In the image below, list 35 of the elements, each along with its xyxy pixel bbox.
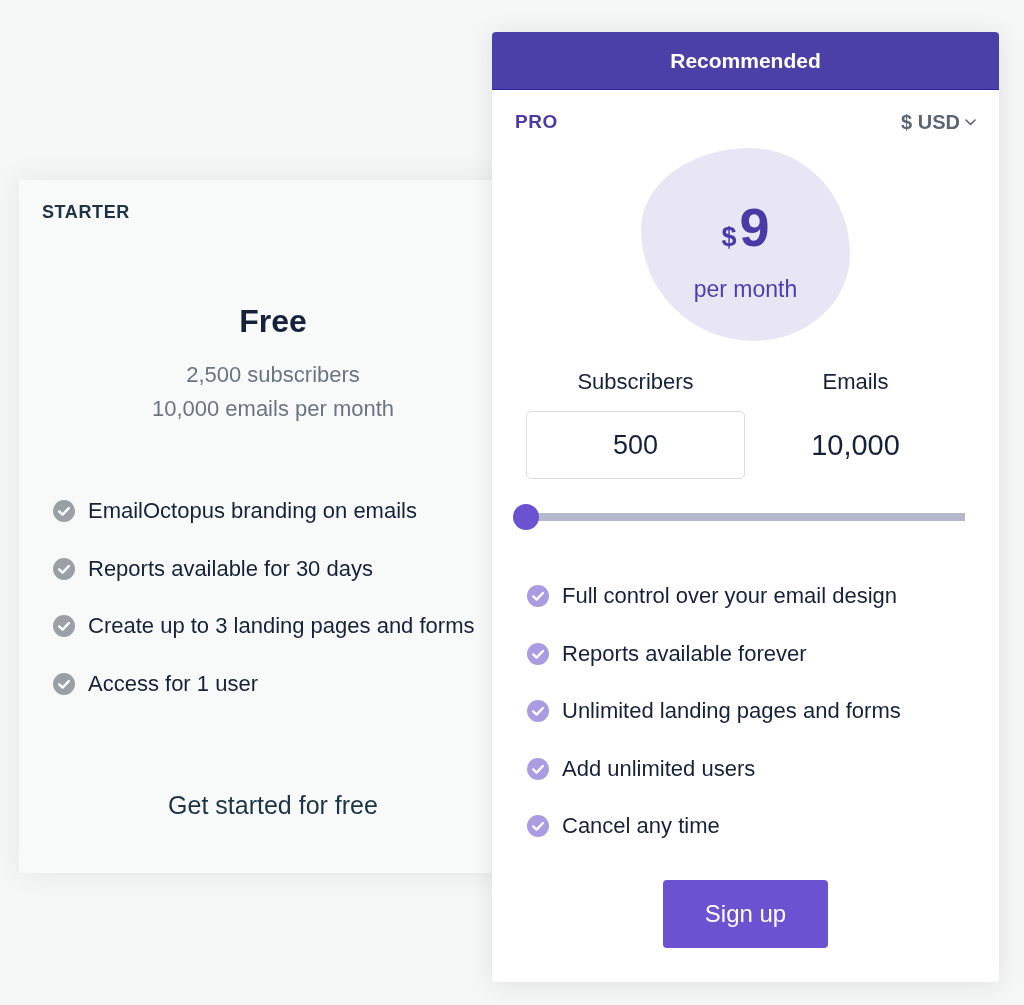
- check-circle-icon: [53, 615, 75, 637]
- price-period: per month: [693, 274, 798, 303]
- check-circle-icon: [527, 700, 549, 722]
- feature-text: Add unlimited users: [562, 754, 756, 783]
- price-amount: $9: [721, 200, 770, 259]
- recommended-banner: Recommended: [492, 32, 999, 90]
- plan-name: STARTER: [42, 201, 130, 224]
- feature-text: Reports available forever: [562, 639, 807, 668]
- plan-detail: 2,500 subscribers: [186, 361, 360, 389]
- feature-text: Unlimited landing pages and forms: [562, 697, 901, 725]
- check-circle-icon: [53, 557, 75, 580]
- chevron-down-icon: [965, 118, 976, 126]
- plan-price: Free: [239, 302, 307, 341]
- feature-text: Create up to 3 landing pages and forms: [88, 612, 475, 640]
- feature-text: Reports available for 30 days: [88, 554, 373, 583]
- slider-thumb[interactable]: [513, 504, 539, 530]
- check-circle-icon: [53, 500, 75, 522]
- emails-value: 10,000: [811, 428, 900, 462]
- subscribers-input[interactable]: 500: [526, 411, 745, 479]
- check-circle-icon: [53, 672, 75, 695]
- subscribers-label: Subscribers: [577, 370, 694, 394]
- feature-text: EmailOctopus branding on emails: [88, 497, 417, 525]
- plan-name: PRO: [515, 110, 558, 134]
- feature-text: Full control over your email design: [562, 582, 898, 610]
- sign-up-button[interactable]: Sign up: [663, 880, 828, 948]
- plan-detail: 10,000 emails per month: [151, 395, 395, 423]
- get-started-link[interactable]: Get started for free: [168, 789, 378, 820]
- emails-label: Emails: [822, 370, 889, 394]
- currency-dropdown[interactable]: $ USD: [901, 110, 976, 134]
- check-circle-icon: [527, 815, 549, 837]
- check-circle-icon: [527, 642, 549, 665]
- check-circle-icon: [527, 757, 549, 780]
- feature-text: Access for 1 user: [88, 669, 258, 698]
- check-circle-icon: [527, 585, 549, 607]
- feature-text: Cancel any time: [562, 812, 720, 840]
